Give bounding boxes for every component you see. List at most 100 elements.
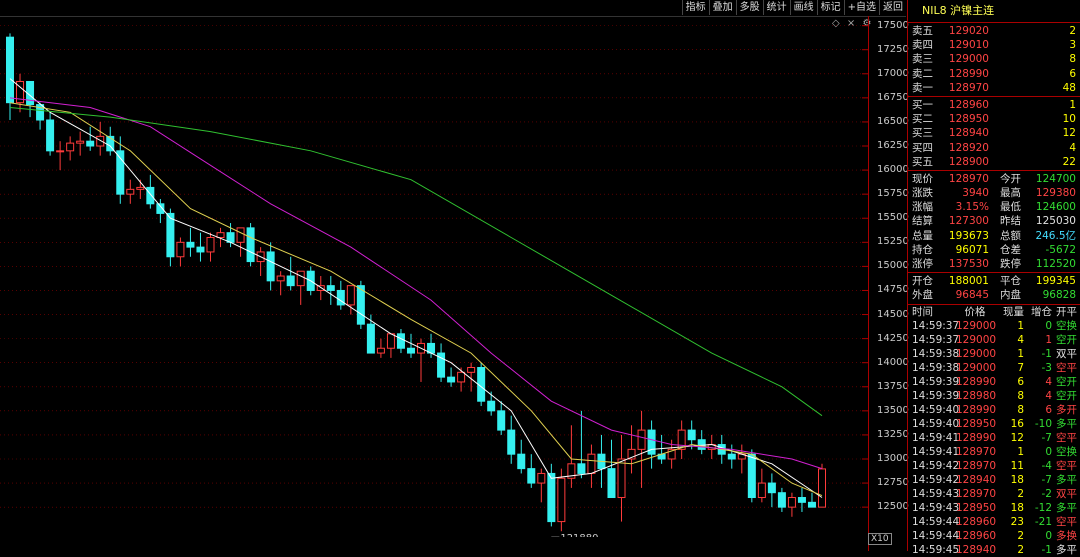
toolbar-button[interactable]: 统计 bbox=[762, 0, 790, 15]
trade-type: 多平 bbox=[1056, 543, 1077, 556]
trade-price: 129000 bbox=[956, 361, 997, 374]
stat-value: 124700 bbox=[1035, 172, 1076, 185]
candle-body bbox=[577, 463, 586, 474]
candle-body bbox=[236, 227, 245, 243]
candle-body bbox=[487, 400, 496, 412]
trade-position-change: 4 bbox=[1045, 375, 1052, 388]
trade-type: 空换 bbox=[1056, 445, 1077, 458]
trade-time: 14:59:42 bbox=[912, 473, 960, 486]
y-axis-label: 12750 bbox=[877, 477, 909, 489]
quote-stats: 现价 128970 今开 124700 涨跌 3940 最高 129380 涨幅 3.15% 最低 1… bbox=[908, 171, 1080, 274]
toolbar-button[interactable]: +自选 bbox=[843, 0, 879, 15]
moving-average-line bbox=[9, 107, 823, 417]
trade-price: 129000 bbox=[956, 347, 997, 360]
trade-type: 空开 bbox=[1056, 389, 1077, 402]
trade-volume: 11 bbox=[1010, 459, 1024, 472]
candle-body bbox=[366, 323, 375, 354]
candle-body bbox=[697, 439, 706, 450]
trade-type: 双平 bbox=[1056, 347, 1077, 360]
candle-body bbox=[497, 410, 506, 431]
toolbar-button[interactable]: 画线 bbox=[789, 0, 817, 15]
order-book-row: 卖一 128970 48 bbox=[908, 81, 1080, 95]
book-price: 129010 bbox=[948, 39, 989, 52]
stat-row: 结算 127300 昨结 125030 bbox=[908, 214, 1080, 228]
y-axis-label: 13250 bbox=[877, 428, 909, 440]
candle-body bbox=[587, 453, 596, 474]
trade-type: 空平 bbox=[1056, 515, 1077, 528]
ask-book: 卖五 129020 2 卖四 129010 3 卖三 129000 8 卖二 128990 6 卖一 12… bbox=[908, 23, 1080, 97]
trade-position-change: -1 bbox=[1041, 347, 1052, 360]
candle-body bbox=[66, 142, 75, 152]
book-volume: 22 bbox=[1062, 155, 1076, 168]
trade-volume: 1 bbox=[1017, 319, 1024, 332]
stat-value: 96828 bbox=[1042, 289, 1076, 302]
contract-title: NIL8 沪镍主连 bbox=[908, 0, 1080, 23]
toolbar-button[interactable]: 标记 bbox=[816, 0, 844, 15]
book-level-label: 买五 bbox=[912, 155, 933, 168]
y-axis-label: 14750 bbox=[877, 284, 909, 296]
candle-body bbox=[396, 333, 405, 349]
trade-position-change: 0 bbox=[1045, 445, 1052, 458]
candle-body bbox=[557, 477, 566, 523]
y-axis-label: 17000 bbox=[877, 67, 909, 79]
trade-position-change: -7 bbox=[1041, 473, 1052, 486]
stat-row: 涨跌 3940 最高 129380 bbox=[908, 186, 1080, 200]
stat-value: 125030 bbox=[1035, 215, 1076, 228]
trade-price: 129000 bbox=[956, 319, 997, 332]
toolbar-button[interactable]: 多股 bbox=[735, 0, 763, 15]
stat-label: 仓差 bbox=[1000, 243, 1021, 256]
stat-value: 112520 bbox=[1035, 258, 1076, 270]
trade-type: 多平 bbox=[1056, 417, 1077, 430]
trade-time: 14:59:37 bbox=[912, 319, 960, 332]
trade-time: 14:59:45 bbox=[912, 543, 960, 556]
zoom-indicator[interactable]: X10 bbox=[868, 533, 892, 545]
toolbar-button[interactable]: 指标 bbox=[681, 0, 709, 15]
stat-value: 3940 bbox=[962, 187, 989, 200]
book-volume: 12 bbox=[1062, 127, 1076, 140]
trade-header: 现量 bbox=[1003, 305, 1024, 318]
y-axis-label: 14000 bbox=[877, 356, 909, 368]
book-price: 128950 bbox=[948, 113, 989, 126]
trade-time: 14:59:40 bbox=[912, 417, 960, 430]
stat-label: 涨幅 bbox=[912, 201, 933, 214]
trade-row: 14:59:45 128940 2 -1 多平 bbox=[908, 543, 1080, 557]
trade-price: 128950 bbox=[956, 501, 997, 514]
y-axis-label: 15250 bbox=[877, 236, 909, 248]
trade-row: 14:59:38 129000 1 -1 双平 bbox=[908, 347, 1080, 361]
candlestick-chart[interactable]: 121880 bbox=[0, 16, 868, 537]
trade-row: 14:59:37 129000 1 0 空换 bbox=[908, 319, 1080, 333]
book-level-label: 卖二 bbox=[912, 67, 933, 80]
y-axis-label: 15750 bbox=[877, 188, 909, 200]
candle-body bbox=[457, 371, 466, 383]
trade-volume: 18 bbox=[1010, 473, 1024, 486]
stat-label: 跌停 bbox=[1000, 258, 1021, 270]
trade-position-change: -21 bbox=[1034, 515, 1052, 528]
candle-body bbox=[447, 376, 456, 383]
trade-volume: 2 bbox=[1017, 487, 1024, 500]
trade-volume: 6 bbox=[1017, 375, 1024, 388]
trade-time: 14:59:42 bbox=[912, 459, 960, 472]
candle-body bbox=[286, 275, 295, 287]
order-book-row: 买一 128960 1 bbox=[908, 98, 1080, 112]
stat-row: 外盘 96845 内盘 96828 bbox=[908, 288, 1080, 302]
stat-label: 平仓 bbox=[1000, 275, 1021, 288]
candle-body bbox=[727, 453, 736, 460]
candle-body bbox=[96, 135, 105, 147]
candle-body bbox=[787, 497, 796, 508]
candle-body bbox=[527, 468, 536, 484]
book-level-label: 买三 bbox=[912, 127, 933, 140]
candle-body bbox=[777, 492, 786, 508]
trade-time: 14:59:43 bbox=[912, 487, 960, 500]
toolbar-button[interactable]: 返回 bbox=[879, 0, 906, 15]
toolbar-button[interactable]: 叠加 bbox=[708, 0, 736, 15]
stat-label: 最高 bbox=[1000, 187, 1021, 200]
trade-type: 空开 bbox=[1056, 333, 1077, 346]
stat-value: 188001 bbox=[948, 275, 989, 288]
candle-body bbox=[386, 333, 395, 349]
trade-type: 多换 bbox=[1056, 529, 1077, 542]
stat-value: 193673 bbox=[948, 229, 989, 242]
trade-price: 128990 bbox=[956, 431, 997, 444]
candle-body bbox=[507, 429, 516, 455]
trade-type: 双平 bbox=[1056, 487, 1077, 500]
candle-body bbox=[376, 347, 385, 354]
